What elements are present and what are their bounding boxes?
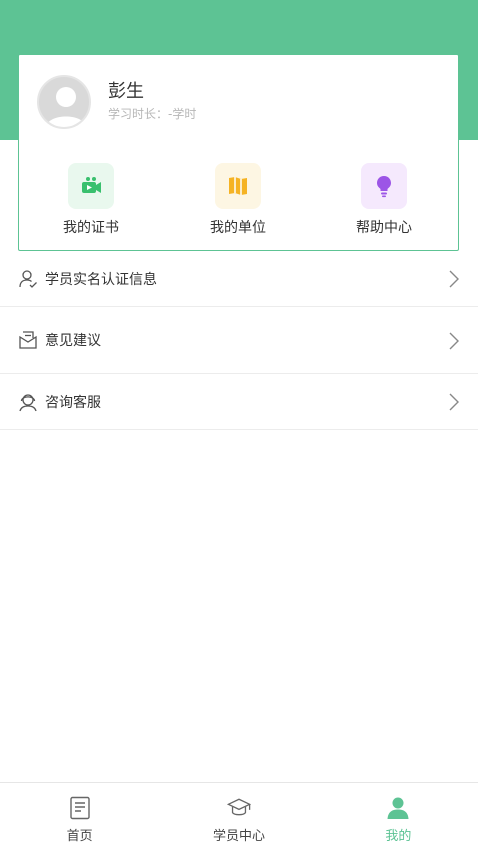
graduation-cap-icon <box>226 796 251 820</box>
certificate-video-icon <box>68 163 114 209</box>
study-time: 学习时长：-学时 <box>108 107 197 121</box>
menu-item-label: 学员实名认证信息 <box>45 271 157 288</box>
tab-home[interactable]: 首页 <box>0 783 159 850</box>
quick-link-label: 我的单位 <box>210 220 266 236</box>
user-name: 彭生 <box>108 81 144 102</box>
tab-mine[interactable]: 我的 <box>319 783 478 850</box>
quick-link-certificate[interactable]: 我的证书 <box>41 163 141 237</box>
chevron-right-icon <box>449 393 459 411</box>
avatar[interactable] <box>37 75 91 129</box>
menu-item-label: 意见建议 <box>45 333 101 349</box>
menu-item-feedback[interactable]: 意见建议 <box>0 307 478 374</box>
quick-link-label: 帮助中心 <box>356 220 412 236</box>
map-book-icon <box>215 163 261 209</box>
default-avatar-icon <box>46 87 86 127</box>
bottom-tab-bar: 首页 学员中心 我的 <box>0 782 478 850</box>
menu-item-real-name-verification[interactable]: 学员实名认证信息 <box>0 251 478 307</box>
tab-label: 学员中心 <box>212 829 265 844</box>
settings-menu: 学员实名认证信息 意见建议 咨询客服 <box>0 251 478 430</box>
tab-label: 首页 <box>66 829 93 844</box>
feedback-icon <box>18 330 38 350</box>
menu-item-label: 咨询客服 <box>45 394 101 411</box>
quick-link-help[interactable]: 帮助中心 <box>334 163 434 237</box>
profile-card: 彭生 学习时长：-学时 我的证书 我的单位 帮助中心 <box>18 54 459 251</box>
document-icon <box>68 796 92 820</box>
tab-label: 我的 <box>385 829 412 844</box>
quick-link-label: 我的证书 <box>63 220 119 236</box>
customer-service-icon <box>18 392 38 412</box>
person-icon <box>386 796 410 820</box>
quick-link-unit[interactable]: 我的单位 <box>188 163 288 237</box>
lightbulb-icon <box>361 163 407 209</box>
user-verify-icon <box>18 269 38 289</box>
chevron-right-icon <box>449 270 459 288</box>
tab-student-center[interactable]: 学员中心 <box>159 783 318 850</box>
chevron-right-icon <box>449 332 459 350</box>
menu-item-customer-service[interactable]: 咨询客服 <box>0 374 478 430</box>
